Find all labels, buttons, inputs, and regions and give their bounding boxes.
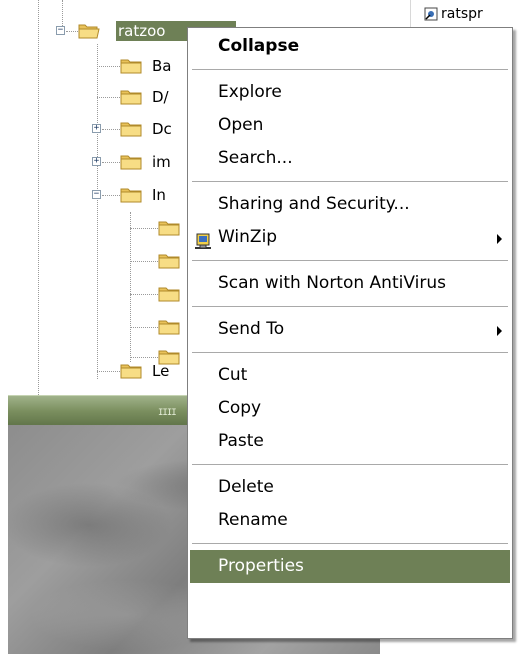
tree-connector	[130, 228, 158, 229]
folder-icon[interactable]	[120, 186, 142, 204]
menu-item-label: Sharing and Security...	[218, 194, 410, 214]
context-menu[interactable]: Collapse Explore Open Search... Sharing and …	[187, 27, 513, 639]
menu-item-cut[interactable]: Cut	[190, 359, 510, 392]
menu-separator	[192, 69, 508, 70]
tree-connector	[97, 371, 120, 372]
menu-item-sharing-and-security[interactable]: Sharing and Security...	[190, 188, 510, 221]
tree-node-label[interactable]: Le	[152, 361, 169, 381]
menu-item-label: Open	[218, 115, 264, 135]
menu-separator	[192, 306, 508, 307]
tree-connector	[102, 195, 120, 196]
tree-expander[interactable]: −	[92, 190, 101, 199]
tree-connector	[102, 162, 120, 163]
menu-item-scan-with-norton-antivirus[interactable]: Scan with Norton AntiVirus	[190, 267, 510, 300]
tree-node-label[interactable]: im	[152, 152, 171, 172]
menu-item-label: Delete	[218, 477, 274, 497]
folder-icon[interactable]	[120, 88, 142, 106]
menu-item-search[interactable]: Search...	[190, 142, 510, 175]
submenu-arrow-icon	[497, 326, 502, 336]
menu-separator	[192, 543, 508, 544]
menu-item-label: Rename	[218, 510, 288, 530]
folder-icon[interactable]	[120, 153, 142, 171]
tree-connector	[102, 129, 120, 130]
tree-guide-line	[97, 44, 98, 379]
tree-connector	[130, 261, 158, 262]
menu-separator	[192, 464, 508, 465]
menu-item-label: Copy	[218, 398, 262, 418]
tree-expander[interactable]: +	[92, 124, 101, 133]
tree-connector	[97, 66, 120, 67]
menu-item-label: Collapse	[218, 36, 300, 56]
menu-separator	[192, 352, 508, 353]
folder-icon[interactable]	[158, 219, 180, 237]
menu-item-label: Search...	[218, 148, 293, 168]
folder-open-icon	[78, 24, 100, 39]
folder-icon[interactable]	[158, 252, 180, 270]
tree-connector	[130, 357, 158, 358]
menu-item-label: Properties	[218, 556, 304, 576]
tree-node-label[interactable]: Dc	[152, 119, 172, 139]
file-list-item[interactable]: ratspr	[424, 6, 483, 22]
tree-expander[interactable]: +	[92, 157, 101, 166]
column-divider	[410, 0, 411, 30]
tree-connector	[66, 31, 78, 32]
menu-item-paste[interactable]: Paste	[190, 425, 510, 458]
menu-item-label: Explore	[218, 82, 282, 102]
menu-item-label: Scan with Norton AntiVirus	[218, 273, 446, 293]
folder-icon[interactable]	[120, 362, 142, 380]
menu-item-open[interactable]: Open	[190, 109, 510, 142]
menu-item-explore[interactable]: Explore	[190, 76, 510, 109]
folder-icon[interactable]	[120, 57, 142, 75]
folder-icon[interactable]	[120, 120, 142, 138]
file-list-item-label: ratspr	[441, 6, 483, 22]
folder-icon[interactable]	[158, 318, 180, 336]
tree-node-label[interactable]: In	[152, 185, 166, 205]
tree-guide-line	[38, 0, 39, 395]
submenu-arrow-icon	[497, 234, 502, 244]
splitter-grip[interactable]: IIII	[158, 408, 177, 418]
menu-item-label: Cut	[218, 365, 248, 385]
root-collapse-toggle[interactable]: −	[56, 26, 65, 35]
menu-item-label: Paste	[218, 431, 264, 451]
tree-connector	[130, 327, 158, 328]
menu-item-send-to[interactable]: Send To	[190, 313, 510, 346]
tree-node-label[interactable]: Ba	[152, 56, 171, 76]
menu-item-label: Send To	[218, 319, 285, 339]
menu-item-copy[interactable]: Copy	[190, 392, 510, 425]
tree-node-label[interactable]: D/	[152, 87, 169, 107]
tree-guide-line	[130, 212, 131, 362]
menu-item-rename[interactable]: Rename	[190, 504, 510, 537]
folder-icon[interactable]	[158, 285, 180, 303]
menu-separator	[192, 260, 508, 261]
menu-item-collapse[interactable]: Collapse	[190, 30, 510, 63]
tree-guide-line	[62, 0, 63, 28]
winzip-icon	[194, 229, 212, 249]
left-border	[0, 395, 8, 654]
menu-item-winzip[interactable]: WinZip	[190, 221, 510, 254]
menu-item-label: WinZip	[218, 227, 278, 247]
shortcut-file-icon	[424, 7, 438, 21]
menu-item-delete[interactable]: Delete	[190, 471, 510, 504]
menu-separator	[192, 181, 508, 182]
tree-connector	[130, 294, 158, 295]
menu-item-properties[interactable]: Properties	[190, 550, 510, 583]
tree-connector	[97, 97, 120, 98]
